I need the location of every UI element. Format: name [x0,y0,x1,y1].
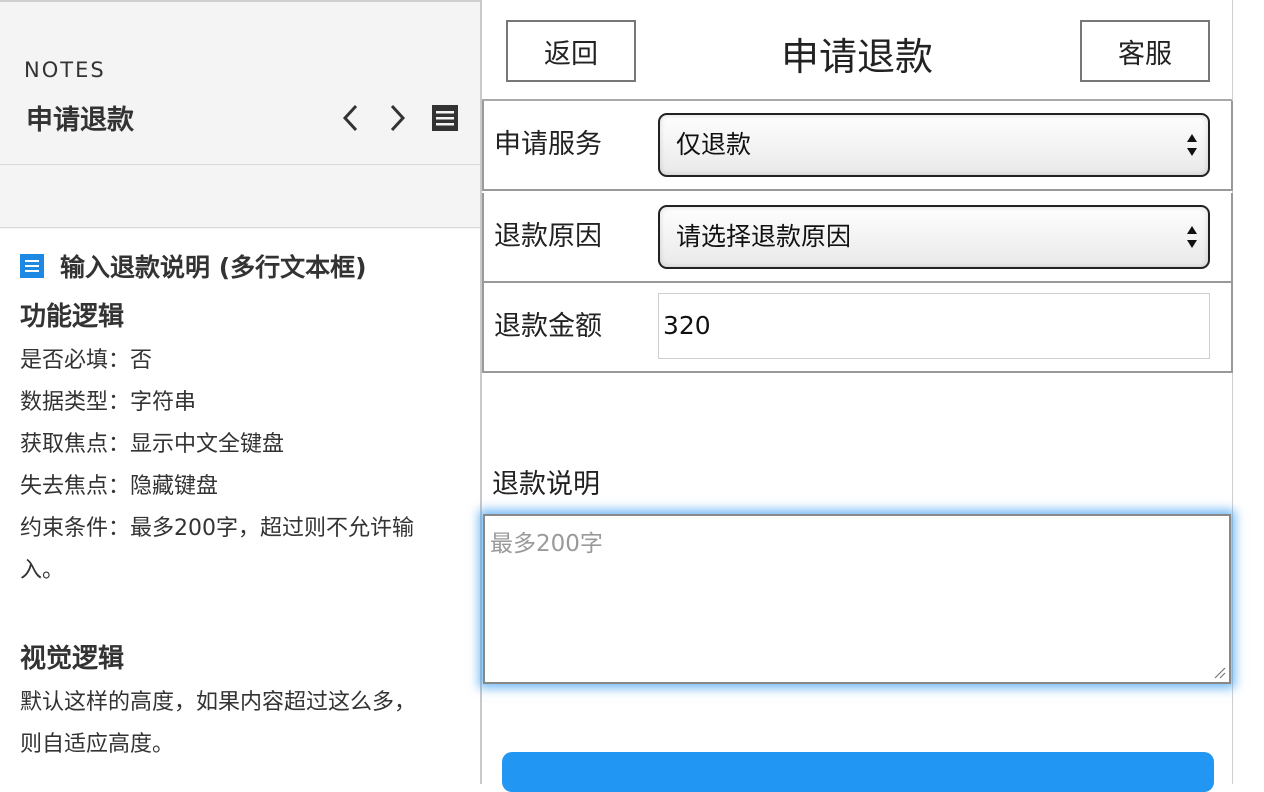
function-logic-heading: 功能逻辑 [20,302,125,332]
select-arrows-icon [1187,226,1197,248]
divider [0,164,480,165]
note-line: 默认这样的高度，如果内容超过这么多， [20,690,417,715]
refund-reason-select[interactable]: 请选择退款原因 [658,205,1210,269]
top-bar: 返回 申请退款 客服 [482,0,1232,101]
refund-amount-row: 退款金额 320 [482,283,1233,373]
customer-service-button[interactable]: 客服 [1080,20,1210,82]
note-line: 获取焦点：显示中文全键盘 [20,432,285,457]
section-title: 输入退款说明 (多行文本框) [60,253,367,282]
chevron-right-icon[interactable] [382,100,412,136]
refund-reason-row: 退款原因 请选择退款原因 [482,193,1233,283]
resize-grip-icon[interactable] [1212,665,1226,679]
section-heading: 输入退款说明 (多行文本框) [20,250,367,282]
submit-button[interactable] [502,752,1214,792]
service-type-select[interactable]: 仅退款 [658,113,1210,177]
notes-panel: NOTES 申请退款 输入退款说明 (多行文本框) 功能逻辑 是否必填：否 数据… [0,0,480,784]
note-line: 是否必填：否 [20,348,153,373]
notes-page-title: 申请退款 [26,105,134,136]
visual-logic-heading: 视觉逻辑 [20,644,125,674]
service-type-value: 仅退款 [676,130,752,159]
service-type-row: 申请服务 仅退款 [482,101,1233,191]
note-line: 约束条件：最多200字，超过则不允许输 [20,516,414,541]
list-icon [20,254,44,278]
note-line: 数据类型：字符串 [20,390,197,415]
refund-description-label: 退款说明 [492,469,600,500]
refund-reason-label: 退款原因 [494,221,602,252]
refund-description-textarea[interactable]: 最多200字 [483,514,1231,684]
notes-header: NOTES 申请退款 [0,2,480,229]
note-line: 入。 [20,558,65,583]
refund-reason-value: 请选择退款原因 [676,222,852,251]
divider [0,227,480,228]
chevron-left-icon[interactable] [336,100,366,136]
refund-amount-field[interactable]: 320 [658,293,1210,359]
menu-icon[interactable] [430,103,460,139]
notes-label: NOTES [24,58,106,82]
select-arrows-icon [1187,134,1197,156]
service-type-label: 申请服务 [494,129,602,160]
note-line: 则自适应高度。 [20,732,175,757]
refund-description-placeholder: 最多200字 [490,531,603,557]
note-line: 失去焦点：隐藏键盘 [20,474,219,499]
refund-amount-label: 退款金额 [494,311,602,342]
